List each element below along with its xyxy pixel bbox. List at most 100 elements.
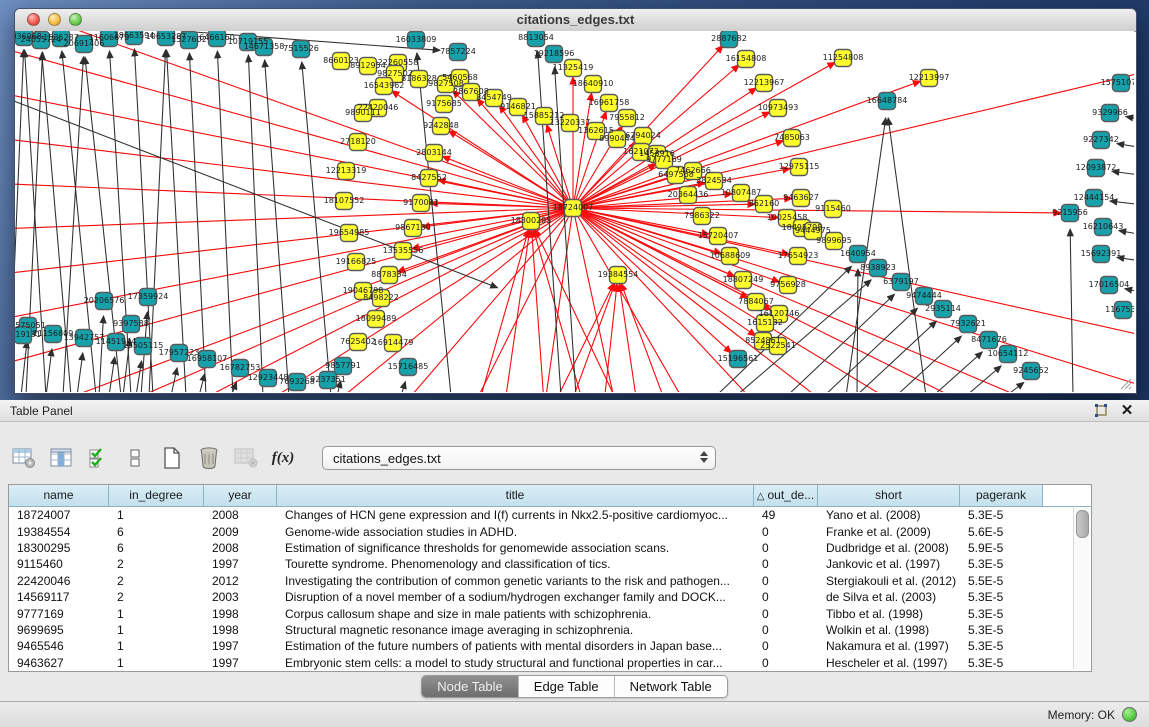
select-all-icon[interactable]: [86, 446, 110, 470]
citation-network-graph[interactable]: 9036068240557241535287206914061160667918…: [15, 31, 1134, 392]
column-header-year[interactable]: year: [204, 485, 277, 506]
graph-edge: [171, 368, 177, 392]
graph-edge: [136, 361, 142, 392]
graph-node-label: 8471676: [971, 335, 1007, 344]
table-cell: Dudbridge et al. (2008): [818, 541, 960, 555]
table-type-segmented-control: Node TableEdge TableNetwork Table: [421, 675, 728, 698]
column-header-pagerank[interactable]: pagerank: [960, 485, 1043, 506]
table-cell: 9777169: [9, 607, 109, 621]
table-cell: Yano et al. (2008): [818, 508, 960, 522]
table-row[interactable]: 946362711997Embryonic stem cells: a mode…: [9, 655, 1091, 671]
graph-node-label: 17654923: [778, 251, 819, 260]
memory-status-indicator[interactable]: [1122, 707, 1137, 722]
table-cell: 1998: [204, 607, 277, 621]
minimize-window-icon[interactable]: [48, 13, 61, 26]
graph-node-label: 8454749: [476, 93, 512, 102]
network-view-window[interactable]: citations_edges.txt 90360682405572415352…: [14, 8, 1137, 394]
graph-node-label: 12444154: [1074, 193, 1115, 202]
graph-node-label: 15751074: [1101, 78, 1134, 87]
table-cell: Hescheler et al. (1997): [818, 656, 960, 670]
graph-node-label: 18300295: [511, 216, 552, 225]
network-canvas[interactable]: 9036068240557241535287206914061160667918…: [15, 31, 1134, 392]
graph-node-label: 16914479: [373, 338, 414, 347]
table-cell: 1: [109, 508, 204, 522]
table-row[interactable]: 946554611997Estimation of the future num…: [9, 638, 1091, 654]
table-row[interactable]: 969969511998Structural magnetic resonanc…: [9, 622, 1091, 638]
column-header-in_degree[interactable]: in_degree: [109, 485, 204, 506]
graph-node-label: 7955812: [609, 113, 645, 122]
table-row[interactable]: 911546021997Tourette syndrome. Phenomeno…: [9, 556, 1091, 572]
table-cell: Tourette syndrome. Phenomenology and cla…: [277, 557, 754, 571]
vertical-scrollbar[interactable]: [1073, 508, 1089, 669]
graph-edge: [1112, 171, 1134, 178]
table-row[interactable]: 1456911722003Disruption of a novel membe…: [9, 589, 1091, 605]
function-builder-icon[interactable]: f(x): [271, 446, 295, 470]
graph-edge: [1006, 382, 1024, 392]
scrollbar-thumb[interactable]: [1076, 510, 1089, 538]
table-cell: 1997: [204, 656, 277, 670]
resize-grip-icon[interactable]: [1118, 376, 1132, 390]
table-selector-dropdown[interactable]: citations_edges.txt: [322, 446, 716, 470]
table-row[interactable]: 2242004622012Investigating the contribut…: [9, 573, 1091, 589]
graph-node-label: 7515526: [283, 44, 319, 53]
column-chooser-icon[interactable]: [49, 446, 73, 470]
delete-entry-icon[interactable]: [197, 446, 221, 470]
table-cell: 18724007: [9, 508, 109, 522]
table-row[interactable]: 1938455462009Genome-wide association stu…: [9, 523, 1091, 539]
graph-node-label: 12213967: [744, 78, 785, 87]
zoom-window-icon[interactable]: [69, 13, 82, 26]
window-title: citations_edges.txt: [15, 9, 1136, 31]
table-cell: 1: [109, 623, 204, 637]
graph-node-label: 7986322: [684, 211, 720, 220]
window-titlebar[interactable]: citations_edges.txt: [15, 9, 1136, 32]
tab-edge-table[interactable]: Edge Table: [518, 676, 614, 697]
table-cell: 1: [109, 656, 204, 670]
graph-node-label: 9115460: [815, 204, 851, 213]
table-cell: 0: [754, 574, 818, 588]
column-header-out_de[interactable]: △out_de...: [754, 485, 818, 506]
close-window-icon[interactable]: [27, 13, 40, 26]
graph-node-label: 18807249: [723, 275, 764, 284]
table-cell: 2: [109, 557, 204, 571]
graph-node-label: 12093872: [1076, 163, 1117, 172]
close-panel-icon[interactable]: ✕: [1119, 401, 1135, 421]
graph-edge: [541, 283, 614, 392]
table-cell: Jankovic et al. (1997): [818, 557, 960, 571]
column-header-short[interactable]: short: [818, 485, 960, 506]
table-cell: Franke et al. (2009): [818, 525, 960, 539]
deselect-all-icon[interactable]: [123, 446, 147, 470]
graph-edge: [966, 366, 1001, 392]
tab-network-table[interactable]: Network Table: [614, 676, 727, 697]
graph-node-label: 18099489: [356, 314, 397, 323]
delete-table-icon[interactable]: [234, 446, 258, 470]
graph-edge: [857, 269, 858, 392]
table-row[interactable]: 1872400712008Changes of HCN gene express…: [9, 507, 1091, 523]
graph-node-label: 9899695: [816, 236, 852, 245]
table-body: 1872400712008Changes of HCN gene express…: [9, 507, 1091, 671]
graph-edge: [933, 352, 982, 392]
node-table: namein_degreeyeartitle△out_de...shortpag…: [8, 484, 1092, 672]
graph-edge: [248, 55, 263, 392]
new-table-icon[interactable]: [160, 446, 184, 470]
float-panel-icon[interactable]: [1093, 403, 1109, 419]
table-tabs-bar: Node TableEdge TableNetwork Table: [0, 672, 1149, 701]
graph-node-label: 11254808: [823, 53, 864, 62]
table-row[interactable]: 977716911998Corpus callosum shape and si…: [9, 605, 1091, 621]
graph-node-label: 16210643: [1083, 222, 1124, 231]
column-header-title[interactable]: title: [277, 485, 754, 506]
graph-node-label: 9215956: [1052, 208, 1088, 217]
graph-edge: [199, 374, 205, 392]
graph-node-label: 6497568: [658, 170, 694, 179]
graph-edge: [621, 283, 676, 392]
graph-edge: [619, 284, 641, 392]
graph-node-label: 14671358: [244, 42, 285, 51]
combo-arrows-icon: [700, 451, 708, 463]
table-row[interactable]: 1830029562008Estimation of significance …: [9, 540, 1091, 556]
table-settings-icon[interactable]: [12, 446, 36, 470]
table-cell: 5.3E-5: [960, 508, 1043, 522]
tab-node-table[interactable]: Node Table: [422, 676, 518, 697]
column-header-name[interactable]: name: [9, 485, 109, 506]
graph-node-label: 1640954: [840, 249, 876, 258]
table-cell: 5.3E-5: [960, 557, 1043, 571]
table-cell: 5.3E-5: [960, 623, 1043, 637]
